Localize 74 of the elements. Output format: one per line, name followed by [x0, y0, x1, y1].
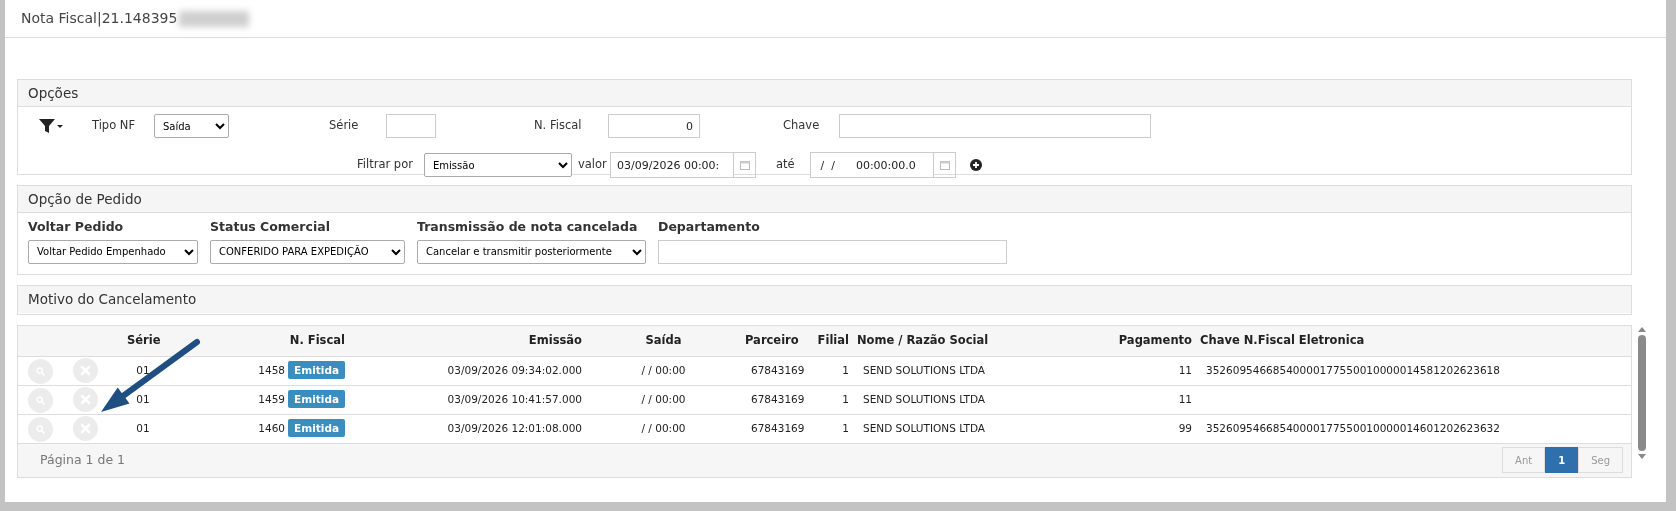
field-label: Tipo NF [92, 117, 137, 135]
calendar-button[interactable] [934, 152, 956, 178]
view-button[interactable] [28, 416, 53, 442]
table-cell: SEND SOLUTIONS LTDA [853, 385, 1041, 414]
scroll-down-icon[interactable] [1637, 453, 1647, 461]
add-icon[interactable] [970, 159, 982, 171]
status-badge: Emitida [288, 418, 345, 437]
table-cell: 1458 [258, 363, 286, 376]
field-label: N. Fiscal [534, 117, 583, 135]
dropdown[interactable]: CONFERIDO PARA EXPEDIÇÃO [210, 239, 405, 264]
table-cell: SEND SOLUTIONS LTDA [853, 356, 1041, 385]
table-cell: / / 00:00 [586, 385, 741, 414]
table-cell: SEND SOLUTIONS LTDA [853, 414, 1041, 443]
table-cell: 35260954668540000177550010000014601202623632 [1196, 414, 1631, 443]
field-label: Transmissão de nota cancelada [417, 218, 639, 236]
blurred-area [179, 10, 250, 27]
n-fiscal-field[interactable]: 0 [608, 114, 700, 138]
column-header: N. Fiscal [163, 326, 353, 356]
cancel-button[interactable] [73, 357, 98, 383]
calendar-icon [739, 160, 750, 170]
field-label: Voltar Pedido [28, 218, 125, 236]
page-button[interactable]: 1 [1545, 447, 1579, 473]
table-cell: / / 00:00 [586, 414, 741, 443]
tipo-nf-select[interactable]: Saída [154, 114, 229, 138]
dropdown[interactable]: Cancelar e transmitir posteriormente [417, 239, 646, 264]
column-header: Filial [801, 326, 853, 356]
window-title: Nota Fiscal|21.148395 [21, 9, 178, 29]
filter-icon[interactable] [38, 118, 64, 134]
panel-title: Motivo do Cancelamento [28, 290, 197, 310]
text-field[interactable] [658, 239, 1007, 264]
field-label: Departamento [658, 218, 761, 236]
calendar-button[interactable] [734, 152, 756, 178]
table-cell: 01 [123, 414, 163, 443]
table-cell: / / 00:00 [586, 356, 741, 385]
dropdown[interactable]: Voltar Pedido Empenhado [28, 239, 198, 264]
scroll-up-icon[interactable] [1637, 325, 1647, 333]
status-badge: Emitida [288, 389, 345, 408]
date-field[interactable]: 03/09/2026 00:00: [610, 152, 734, 178]
table-cell: 03/09/2026 10:41:57.000 [353, 385, 586, 414]
panel-title: Opções [28, 83, 79, 103]
table-cell: 35260954668540000177550010000014581202623618 [1196, 356, 1631, 385]
field-label: Série [329, 117, 360, 135]
panel-title: Opção de Pedido [28, 189, 142, 209]
column-header: Nome / Razão Social [853, 326, 1041, 356]
serie-field[interactable] [386, 114, 436, 138]
column-header: Pagamento [1041, 326, 1196, 356]
date-field[interactable]: / / 00:00:00.0 [810, 152, 934, 178]
field-label: valor [578, 156, 608, 174]
cancel-button[interactable] [73, 386, 98, 412]
status-badge: Emitida [288, 360, 345, 379]
calendar-icon [939, 160, 950, 170]
table-cell: 03/09/2026 09:34:02.000 [353, 356, 586, 385]
column-header: Saída [586, 326, 741, 356]
table-cell: 01 [123, 356, 163, 385]
cancel-button[interactable] [73, 415, 98, 441]
page-info: Página 1 de 1 [40, 450, 126, 469]
table-cell: 11 [1041, 356, 1196, 385]
view-button[interactable] [28, 358, 53, 384]
field-label: Filtrar por [357, 156, 414, 174]
table-cell: 1460 [258, 421, 286, 434]
column-header: Parceiro [741, 326, 801, 356]
table-cell: 03/09/2026 12:01:08.000 [353, 414, 586, 443]
table-cell: 99 [1041, 414, 1196, 443]
table-cell: 11 [1041, 385, 1196, 414]
column-header: Emissão [353, 326, 586, 356]
table-cell: 1459 [258, 392, 286, 405]
filter-select[interactable]: Emissão [424, 153, 572, 177]
field-label: até [776, 156, 796, 174]
column-header: Série [123, 326, 163, 356]
view-button[interactable] [28, 387, 53, 413]
field-label: Status Comercial [210, 218, 331, 236]
column-header: Chave N.Fiscal Eletronica [1196, 326, 1631, 356]
chave-field[interactable] [839, 114, 1151, 138]
field-label: Chave [783, 117, 821, 135]
